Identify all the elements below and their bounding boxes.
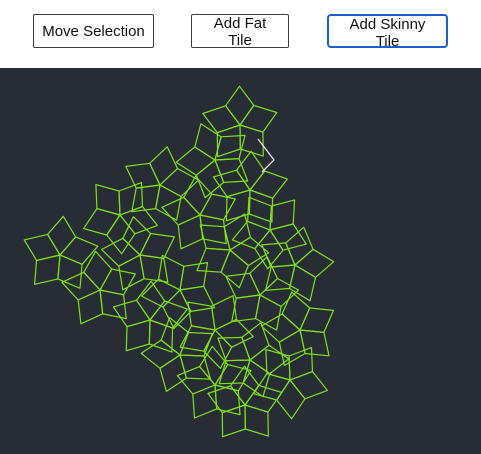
rhombus-tile[interactable] (223, 213, 251, 251)
rhombus-tile[interactable] (299, 307, 335, 333)
rhombus-tile[interactable] (225, 85, 255, 126)
rhombus-tile[interactable] (141, 278, 181, 308)
rhombus-tile[interactable] (112, 299, 151, 328)
rhombus-tile[interactable] (289, 371, 328, 400)
rhombus-tile[interactable] (278, 329, 306, 367)
rhombus-tile[interactable] (276, 379, 306, 420)
rhombus-tile[interactable] (95, 184, 121, 216)
add-fat-tile-button[interactable]: Add Fat Tile (191, 14, 289, 49)
rhombus-tile[interactable] (46, 215, 77, 256)
tiling-canvas[interactable] (0, 68, 481, 454)
rhombus-tile[interactable] (139, 232, 175, 259)
rhombus-tile[interactable] (244, 384, 283, 413)
rhombus-tile[interactable] (225, 189, 251, 222)
rhombus-tile[interactable] (203, 329, 233, 369)
rhombus-tile[interactable] (77, 289, 104, 325)
rhombus-tile[interactable] (239, 104, 278, 133)
rhombus-tile[interactable] (179, 354, 211, 380)
rhombus-tile[interactable] (139, 254, 169, 283)
rhombus-tile[interactable] (177, 214, 204, 250)
rhombus-tile[interactable] (99, 268, 136, 296)
rhombus-tile[interactable] (235, 150, 266, 191)
rhombus-tile[interactable] (220, 249, 249, 289)
rhombus-tile[interactable] (244, 404, 269, 437)
rhombus-tile[interactable] (253, 373, 291, 401)
rhombus-tile[interactable] (230, 365, 260, 406)
rhombus-tile[interactable] (260, 313, 301, 343)
rhombus-tile[interactable] (269, 223, 307, 251)
rhombus-tile[interactable] (242, 359, 271, 398)
rhombus-tile[interactable] (23, 233, 61, 261)
rhombus-tile[interactable] (125, 162, 161, 189)
rhombus-tile[interactable] (265, 264, 296, 291)
rhombus-tile[interactable] (196, 247, 231, 273)
rhombus-tile[interactable] (149, 146, 179, 186)
rhombus-tile[interactable] (179, 285, 216, 312)
rhombus-tile[interactable] (148, 319, 174, 353)
rhombus-tile[interactable] (221, 404, 246, 438)
rhombus-tile[interactable] (225, 272, 261, 299)
rhombus-tile[interactable] (106, 214, 136, 255)
rhombus-tile[interactable] (288, 347, 314, 381)
penrose-tiling[interactable] (0, 68, 481, 454)
rhombus-tile[interactable] (161, 196, 201, 226)
move-selection-button[interactable]: Move Selection (33, 14, 154, 48)
rhombus-tile[interactable] (131, 184, 161, 213)
rhombus-tile[interactable] (59, 236, 99, 265)
rhombus-tile[interactable] (249, 170, 288, 199)
rhombus-tile[interactable] (192, 384, 218, 419)
rhombus-tile[interactable] (149, 300, 188, 329)
rhombus-tile[interactable] (247, 196, 272, 231)
rhombus-tile[interactable] (158, 254, 185, 291)
rhombus-tile[interactable] (187, 301, 216, 331)
rhombus-tile[interactable] (57, 254, 83, 289)
rhombus-tile[interactable] (294, 248, 335, 278)
rhombus-tile[interactable] (82, 208, 121, 236)
rhombus-tile[interactable] (211, 295, 238, 331)
rhombus-tile[interactable] (122, 216, 152, 256)
rhombus-tile[interactable] (125, 319, 151, 352)
rhombus-tile[interactable] (269, 199, 296, 231)
rhombus-tile[interactable] (216, 124, 241, 158)
rhombus-tile[interactable] (248, 189, 274, 223)
toolbar: Move Selection Add Fat Tile Add Skinny T… (0, 0, 481, 68)
add-skinny-tile-button[interactable]: Add Skinny Tile (327, 14, 448, 50)
